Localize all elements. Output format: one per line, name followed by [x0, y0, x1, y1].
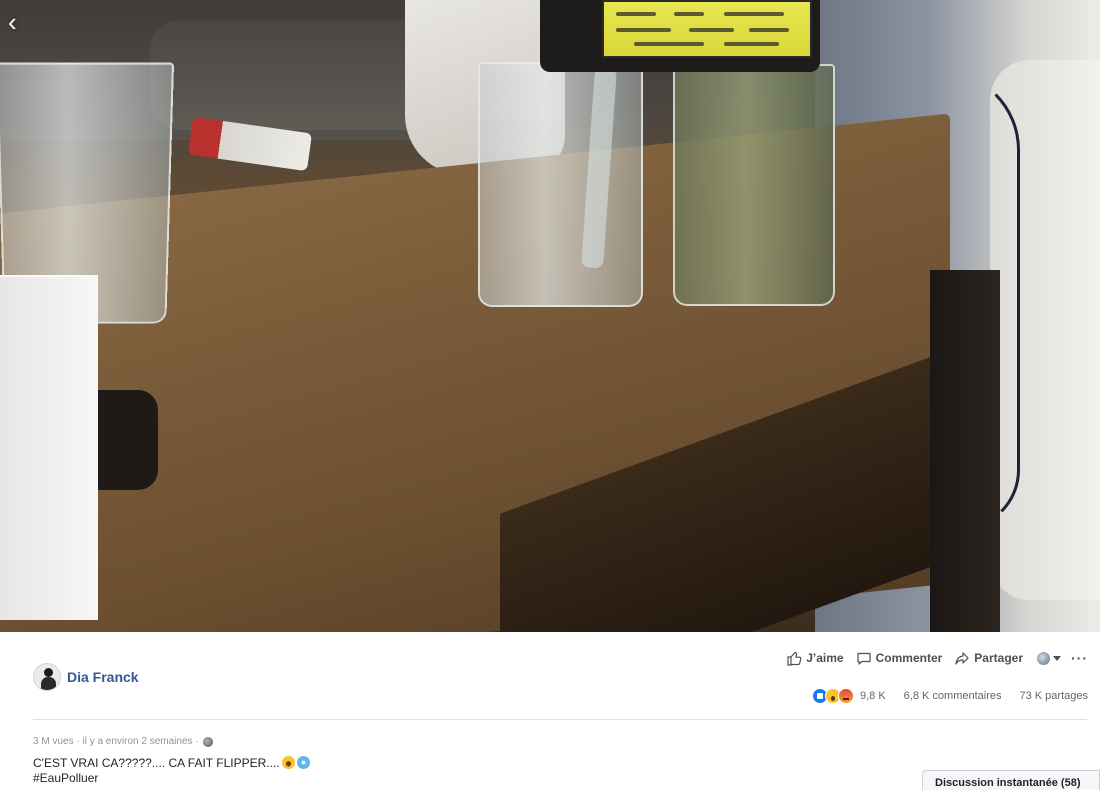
reaction-icons[interactable]	[811, 688, 854, 704]
post-time[interactable]: il y a environ 2 semaines	[82, 736, 192, 747]
comment-button[interactable]: Commenter	[856, 650, 943, 666]
angry-reaction-icon	[837, 688, 854, 704]
grinning-sweat-emoji-icon	[281, 756, 295, 769]
post-meta: 3 M vues · il y a environ 2 semaines ·	[33, 736, 213, 747]
reaction-count[interactable]: 9,8 K	[860, 690, 886, 702]
audience-selector[interactable]	[1037, 651, 1061, 665]
public-globe-icon	[202, 736, 213, 747]
meta-separator: ·	[192, 736, 199, 747]
action-bar: J’aime Commenter Partager ···	[774, 648, 1088, 668]
view-count: 3 M vues	[33, 736, 74, 747]
post-text-line: C'EST VRAI CA?????.... CA FAIT FLIPPER..…	[33, 756, 280, 770]
share-icon	[955, 652, 969, 665]
chat-tab[interactable]: Discussion instantanée (58)	[922, 770, 1100, 790]
cold-face-emoji-icon	[296, 756, 310, 769]
divider	[33, 719, 1087, 720]
like-label: J’aime	[806, 651, 844, 665]
like-button[interactable]: J’aime	[786, 650, 844, 666]
share-count[interactable]: 73 K partages	[1020, 690, 1089, 702]
video-player[interactable]	[0, 0, 1100, 632]
avatar[interactable]	[33, 663, 61, 691]
share-button[interactable]: Partager	[954, 650, 1023, 666]
comment-label: Commenter	[875, 651, 943, 665]
video-device-screen	[602, 0, 812, 58]
chevron-left-icon: ‹	[8, 7, 17, 37]
thumbs-up-icon	[787, 651, 802, 666]
comment-count[interactable]: 6,8 K commentaires	[904, 690, 1002, 702]
post-stats: 9,8 K 6,8 K commentaires 73 K partages	[811, 688, 1089, 704]
chat-tab-label: Discussion instantanée (58)	[935, 777, 1081, 789]
globe-icon	[1037, 651, 1050, 665]
back-button[interactable]: ‹	[8, 8, 28, 36]
comment-icon	[857, 652, 871, 665]
post-message: C'EST VRAI CA?????.... CA FAIT FLIPPER..…	[33, 756, 310, 786]
video-cable	[880, 70, 1020, 530]
hashtag-link[interactable]: #EauPolluer	[33, 771, 98, 785]
post-author: Dia Franck	[33, 663, 139, 691]
video-cup-middle	[478, 62, 643, 307]
share-label: Partager	[974, 651, 1023, 665]
caret-down-icon	[1053, 655, 1061, 661]
author-name[interactable]: Dia Franck	[67, 669, 139, 685]
video-white-box	[0, 275, 98, 620]
more-options-button[interactable]: ···	[1071, 650, 1088, 666]
video-cup-right	[673, 64, 835, 306]
meta-separator: ·	[73, 736, 83, 747]
